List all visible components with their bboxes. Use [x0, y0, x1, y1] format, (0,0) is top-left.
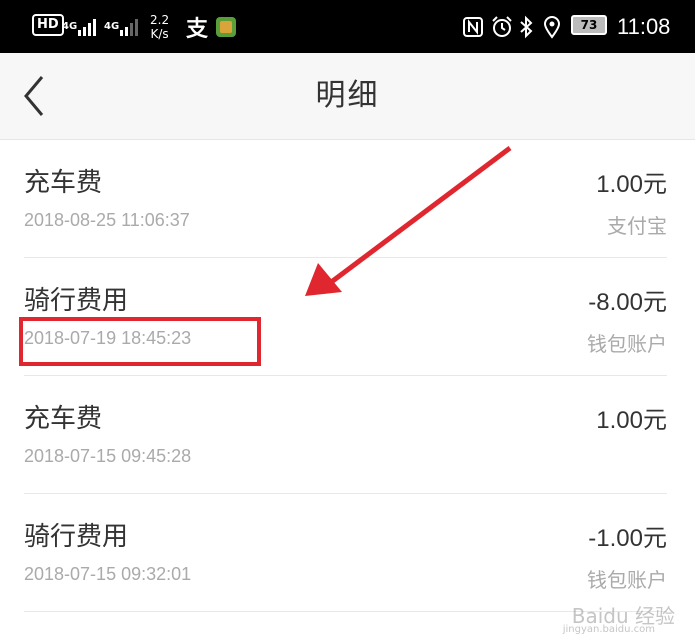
transaction-source: 支付宝	[607, 214, 667, 238]
transaction-source: 钱包账户	[587, 332, 667, 356]
transaction-row[interactable]: 充车费 2018-08-25 11:06:37 1.00元 支付宝	[0, 140, 695, 258]
signal-bars-icon	[78, 18, 97, 36]
transaction-date: 2018-08-25 11:06:37	[24, 210, 190, 230]
transaction-list: 充车费 2018-08-25 11:06:37 1.00元 支付宝 骑行费用 2…	[0, 140, 695, 612]
battery-icon: 73	[571, 15, 607, 35]
nav-header: 明细	[0, 53, 695, 140]
transaction-title: 骑行费用	[24, 286, 129, 316]
bluetooth-icon	[518, 0, 534, 53]
transaction-title: 骑行费用	[24, 522, 129, 552]
nfc-icon	[462, 0, 484, 53]
signal-strength-2-icon: 4G	[104, 0, 141, 53]
network-speed: 2.2 K/s	[150, 12, 170, 41]
hd-badge: HD	[32, 14, 64, 36]
status-time: 11:08	[617, 13, 671, 39]
transaction-date: 2018-07-15 09:32:01	[24, 564, 192, 584]
battery-level: 73	[580, 18, 598, 32]
annotation-highlight-box	[19, 317, 261, 366]
transaction-amount: 1.00元	[596, 407, 667, 434]
divider	[24, 611, 667, 612]
transaction-title: 充车费	[24, 404, 103, 434]
alipay-icon: 支	[186, 16, 209, 42]
status-bar: HD 4G 4G 2.2 K/s 支 73 11:08	[0, 0, 695, 53]
transaction-amount: -8.00元	[588, 289, 667, 316]
signal-bars-icon	[120, 18, 139, 36]
transaction-amount: -1.00元	[588, 525, 667, 552]
location-icon	[542, 0, 562, 53]
page-title: 明细	[315, 78, 380, 113]
transaction-amount: 1.00元	[596, 171, 667, 198]
app-notification-icon	[215, 0, 237, 53]
watermark-url: jingyan.baidu.com	[562, 624, 655, 635]
transaction-title: 充车费	[24, 168, 103, 198]
transaction-date: 2018-07-15 09:45:28	[24, 446, 192, 466]
transaction-source: 钱包账户	[587, 568, 667, 592]
transaction-row[interactable]: 充车费 2018-07-15 09:45:28 1.00元	[0, 376, 695, 494]
signal-strength-icon: 4G	[62, 0, 99, 53]
transaction-row[interactable]: 骑行费用 2018-07-15 09:32:01 -1.00元 钱包账户	[0, 494, 695, 612]
alarm-icon	[490, 0, 514, 53]
